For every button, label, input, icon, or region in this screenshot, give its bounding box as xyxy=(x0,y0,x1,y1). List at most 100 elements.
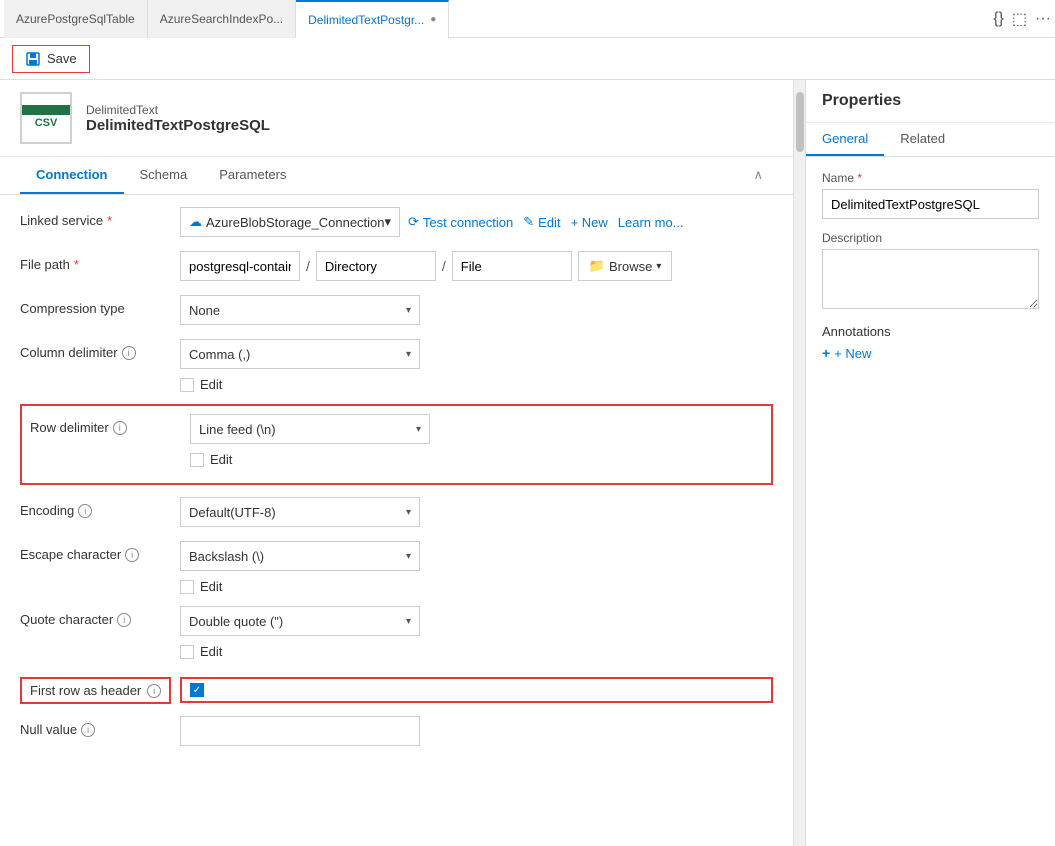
tab-connection[interactable]: Connection xyxy=(20,157,124,194)
scrollbar-track[interactable] xyxy=(793,80,805,846)
tab-actions: {} ⬚ ··· xyxy=(993,9,1051,29)
escape-character-control: Backslash (\) ▾ Edit xyxy=(180,541,773,594)
name-input[interactable] xyxy=(822,189,1039,219)
description-textarea[interactable] xyxy=(822,249,1039,309)
first-row-header-label: First row as header i xyxy=(20,671,180,704)
row-delimiter-box: Row delimiter i Line feed (\n) ▾ Edit xyxy=(20,404,773,485)
dataset-content: CSV DelimitedText DelimitedTextPostgreSQ… xyxy=(0,80,793,846)
main-layout: CSV DelimitedText DelimitedTextPostgreSQ… xyxy=(0,80,1055,846)
tab-parameters[interactable]: Parameters xyxy=(203,157,302,194)
nav-tabs: Connection Schema Parameters ∧ xyxy=(0,157,793,195)
file-path-required: * xyxy=(74,257,79,272)
column-delimiter-select[interactable]: Comma (,) ▾ xyxy=(180,339,420,369)
linked-service-required: * xyxy=(107,213,112,228)
file-input[interactable] xyxy=(452,251,572,281)
quote-character-row: Quote character i Double quote (") ▾ Edi… xyxy=(20,606,773,659)
annotations-field: Annotations + + New xyxy=(822,324,1039,361)
first-row-header-row: First row as header i ✓ xyxy=(20,671,773,704)
save-icon xyxy=(25,51,41,67)
save-label: Save xyxy=(47,51,77,66)
encoding-select[interactable]: Default(UTF-8) ▾ xyxy=(180,497,420,527)
quote-character-edit-row: Edit xyxy=(180,644,773,659)
escape-character-edit-label: Edit xyxy=(200,579,222,594)
tab-delimited[interactable]: DelimitedTextPostgr... ● xyxy=(296,0,449,38)
first-row-header-control: ✓ xyxy=(180,671,773,703)
escape-character-select[interactable]: Backslash (\) ▾ xyxy=(180,541,420,571)
column-delimiter-edit-label: Edit xyxy=(200,377,222,392)
tab-schema[interactable]: Schema xyxy=(124,157,204,194)
save-button[interactable]: Save xyxy=(12,45,90,73)
path-sep-1: / xyxy=(306,258,310,274)
encoding-info-icon[interactable]: i xyxy=(78,504,92,518)
more-actions-icon[interactable]: ··· xyxy=(1035,10,1051,28)
container-input[interactable] xyxy=(180,251,300,281)
collapse-icon[interactable]: ∧ xyxy=(743,157,773,194)
row-delimiter-label: Row delimiter i xyxy=(30,414,190,435)
compression-type-select[interactable]: None ▾ xyxy=(180,295,420,325)
edit-linked-service-button[interactable]: ✎ Edit xyxy=(523,214,560,230)
row-delimiter-row: Row delimiter i Line feed (\n) ▾ Edit xyxy=(30,414,763,467)
tab-postgres-table[interactable]: AzurePostgreSqlTable xyxy=(4,0,148,38)
column-delimiter-label: Column delimiter i xyxy=(20,339,180,360)
column-delimiter-info-icon[interactable]: i xyxy=(122,346,136,360)
path-sep-2: / xyxy=(442,258,446,274)
test-connection-button[interactable]: ⟳ Test connection xyxy=(408,214,513,230)
test-connection-icon: ⟳ xyxy=(408,214,419,230)
properties-body: Name * Description Annotations + + New xyxy=(806,157,1055,846)
column-delimiter-chevron: ▾ xyxy=(406,349,411,360)
quote-character-select[interactable]: Double quote (") ▾ xyxy=(180,606,420,636)
first-row-header-box: First row as header i xyxy=(20,677,171,704)
description-label: Description xyxy=(822,231,1039,245)
first-row-header-checkbox[interactable]: ✓ xyxy=(190,683,204,697)
browse-chevron: ▾ xyxy=(656,261,661,272)
dataset-header: CSV DelimitedText DelimitedTextPostgreSQ… xyxy=(0,80,793,157)
encoding-row: Encoding i Default(UTF-8) ▾ xyxy=(20,497,773,529)
column-delimiter-row: Column delimiter i Comma (,) ▾ Edit xyxy=(20,339,773,392)
compression-chevron: ▾ xyxy=(406,305,411,316)
split-view-icon[interactable]: ⬚ xyxy=(1012,9,1027,29)
quote-character-edit-checkbox[interactable] xyxy=(180,645,194,659)
escape-character-edit-checkbox[interactable] xyxy=(180,580,194,594)
row-delimiter-edit-checkbox[interactable] xyxy=(190,453,204,467)
tab-general[interactable]: General xyxy=(806,123,884,156)
csv-icon: CSV xyxy=(20,92,72,144)
quote-character-info-icon[interactable]: i xyxy=(117,613,131,627)
file-path-row: File path * / / 📁 Browse ▾ xyxy=(20,251,773,283)
linked-service-row: Linked service * ☁ AzureBlobStorage_Conn… xyxy=(20,207,773,239)
quote-character-chevron: ▾ xyxy=(406,616,411,627)
linked-service-control: ☁ AzureBlobStorage_Connection ▾ ⟳ Test c… xyxy=(180,207,773,237)
scrollbar-thumb[interactable] xyxy=(796,92,804,152)
linked-service-chevron: ▾ xyxy=(385,214,392,230)
csv-icon-top xyxy=(22,105,70,115)
tab-search-index[interactable]: AzureSearchIndexPo... xyxy=(148,0,296,38)
connection-form: Linked service * ☁ AzureBlobStorage_Conn… xyxy=(0,195,793,846)
row-delimiter-edit-row: Edit xyxy=(190,452,763,467)
tab-delimited-label: DelimitedTextPostgr... xyxy=(308,13,424,27)
add-annotation-button[interactable]: + + New xyxy=(822,345,871,361)
tab-close-icon[interactable]: ● xyxy=(430,14,436,25)
first-row-info-icon[interactable]: i xyxy=(147,684,161,698)
browse-button[interactable]: 📁 Browse ▾ xyxy=(578,251,673,281)
column-delimiter-edit-checkbox[interactable] xyxy=(180,378,194,392)
toolbar: Save xyxy=(0,38,1055,80)
tab-related[interactable]: Related xyxy=(884,123,961,156)
null-value-input[interactable] xyxy=(180,716,420,746)
plus-icon: + xyxy=(822,345,830,361)
json-view-icon[interactable]: {} xyxy=(993,10,1004,28)
row-delimiter-control: Line feed (\n) ▾ Edit xyxy=(190,414,763,467)
column-delimiter-edit-row: Edit xyxy=(180,377,773,392)
dataset-info: DelimitedText DelimitedTextPostgreSQL xyxy=(86,103,270,134)
row-delimiter-info-icon[interactable]: i xyxy=(113,421,127,435)
linked-service-actions: ⟳ Test connection ✎ Edit + New xyxy=(408,214,684,230)
cloud-icon: ☁ xyxy=(189,214,202,230)
directory-input[interactable] xyxy=(316,251,436,281)
null-value-info-icon[interactable]: i xyxy=(81,723,95,737)
learn-more-button[interactable]: Learn mo... xyxy=(618,215,684,230)
escape-character-info-icon[interactable]: i xyxy=(125,548,139,562)
null-value-label: Null value i xyxy=(20,716,180,737)
linked-service-select[interactable]: ☁ AzureBlobStorage_Connection ▾ xyxy=(180,207,400,237)
row-delimiter-edit-label: Edit xyxy=(210,452,232,467)
new-linked-service-button[interactable]: + New xyxy=(571,215,608,230)
row-delimiter-select[interactable]: Line feed (\n) ▾ xyxy=(190,414,430,444)
name-required: * xyxy=(857,171,862,185)
